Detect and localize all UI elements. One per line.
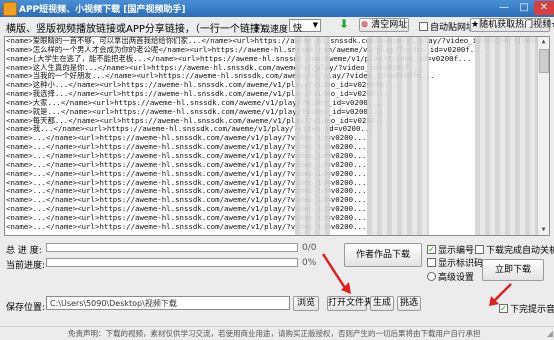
save-location-label: 保存位置:: [6, 303, 46, 313]
clear-url-label: 清空网址: [371, 20, 408, 30]
save-path-field[interactable]: C:\Users\5090\Desktop\视频下载: [46, 296, 290, 310]
minimize-button[interactable]: —: [494, 1, 514, 15]
show-number-checkbox[interactable]: ✓ 显示编号: [427, 243, 474, 256]
red-arrow-icon: [321, 253, 351, 294]
save-path-value: C:\Users\5090\Desktop\视频下载: [50, 299, 177, 308]
blurred-region: [295, 37, 330, 235]
total-progress-label: 总 进 度:: [6, 246, 42, 256]
clear-url-button[interactable]: ⊗ 清空网址: [359, 18, 409, 32]
download-arrow-icon: ⬇: [339, 17, 350, 31]
resize-grip-icon[interactable]: ◢: [547, 329, 553, 338]
window-title: APP短视频、小视频下载 [国产视频助手]: [19, 5, 186, 15]
scroll-up-icon[interactable]: ▲: [538, 37, 549, 47]
advanced-settings-label: 高级设置: [438, 273, 475, 283]
advanced-radio-circle[interactable]: [427, 272, 436, 281]
show-id-checkbox[interactable]: 显示标识码: [427, 256, 483, 269]
auto-shutdown-box[interactable]: [475, 245, 484, 254]
scroll-down-icon[interactable]: ▼: [538, 225, 549, 235]
auto-paste-checkbox[interactable]: 自动贴网址: [419, 20, 475, 33]
app-icon: [3, 2, 17, 16]
auto-paste-box[interactable]: [419, 22, 428, 31]
pick-button[interactable]: 挑选: [397, 296, 421, 311]
advanced-settings-radio[interactable]: 高级设置: [427, 270, 474, 283]
status-bar: 免责声明：下载的视频，素材仅供学习交流，若使用商业用途，请购买正版授权，否则产生…: [0, 326, 554, 340]
url-textarea[interactable]: <name>爱眼睛的一首不够，可以拿出两首我给给你们家...</name><ur…: [4, 36, 550, 236]
download-now-button[interactable]: 立即下载: [482, 259, 544, 281]
disclaimer-text: 免责声明：下载的视频，素材仅供学习交流，若使用商业用途，请购买正版授权，否则产生…: [68, 329, 481, 338]
speed-label: 下载速度:: [252, 25, 292, 35]
done-sound-label: 下完提示音: [510, 305, 554, 315]
auto-shutdown-checkbox[interactable]: 下载完成自动关机: [475, 243, 554, 256]
browse-button[interactable]: 浏览: [293, 296, 319, 311]
show-number-label: 显示编号: [438, 246, 475, 256]
red-arrow-icon: [489, 283, 512, 306]
current-progress-label: 当前进度:: [6, 261, 46, 271]
textarea-scrollbar[interactable]: ▲ ▼: [537, 37, 549, 235]
blurred-region: [475, 37, 537, 235]
speed-value: 快: [293, 24, 303, 34]
title-bar: APP短视频、小视频下载 [国产视频助手] — □ ✕: [0, 0, 554, 17]
show-id-label: 显示标识码: [438, 259, 484, 269]
open-folder-button[interactable]: 打开文件夹: [327, 296, 373, 311]
close-button[interactable]: ✕: [534, 1, 554, 15]
url-line: <name>...</name><url>https://aweme-hl.sn…: [6, 221, 367, 231]
current-progress-value: 0%: [302, 258, 317, 268]
show-number-box[interactable]: ✓: [427, 245, 436, 254]
url-lines: <name>爱眼睛的一首不够，可以拿出两首我给给你们家...</name><ur…: [5, 37, 549, 232]
clear-icon: ⊗: [360, 20, 369, 30]
generate-button[interactable]: 生成: [370, 296, 394, 311]
maximize-button[interactable]: □: [514, 1, 534, 15]
speed-select[interactable]: 快 ▼: [289, 19, 321, 34]
show-id-box[interactable]: [427, 258, 436, 267]
auto-paste-label: 自动贴网址: [430, 23, 476, 33]
auto-shutdown-label: 下载完成自动关机: [486, 246, 554, 256]
total-progress-bar: [46, 243, 298, 252]
instruction-label: 横版、竖版视频播放链接或APP分享链接，（一行一个链接）: [6, 24, 270, 35]
blurred-region: [367, 37, 429, 235]
total-progress-value: 0/0: [302, 243, 317, 253]
current-progress-bar: [46, 258, 298, 267]
scroll-thumb[interactable]: [539, 49, 549, 73]
random-hot-video-button[interactable]: ★随机获取热门视频★: [470, 18, 554, 32]
chevron-down-icon: ▼: [312, 21, 318, 29]
